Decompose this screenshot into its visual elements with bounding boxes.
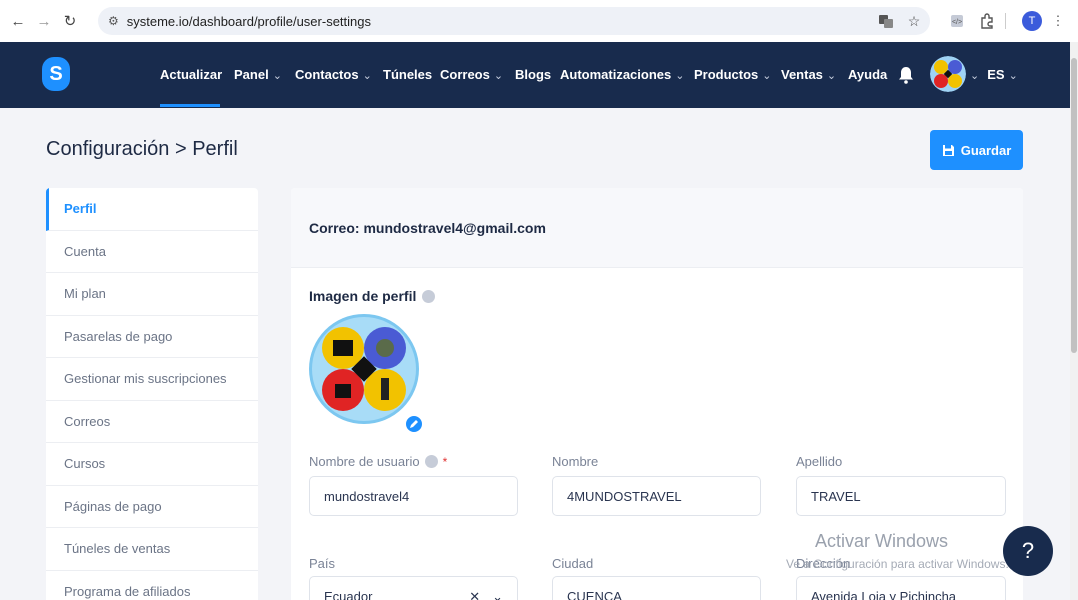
- sidebar-item-afiliados[interactable]: Programa de afiliados: [46, 571, 258, 600]
- help-button[interactable]: ?: [1003, 526, 1053, 576]
- clear-icon[interactable]: ✕: [469, 589, 480, 600]
- nav-tuneles[interactable]: Túneles: [383, 67, 432, 82]
- chevron-down-icon: ⌄: [493, 70, 504, 82]
- username-label: Nombre de usuario *: [309, 454, 448, 469]
- floppy-disk-icon: [942, 144, 954, 156]
- city-label: Ciudad: [552, 556, 594, 571]
- profile-image-title: Imagen de perfil: [309, 288, 436, 304]
- chevron-down-icon: ⌄: [762, 70, 772, 82]
- translate-icon[interactable]: [874, 7, 898, 35]
- browser-menu-icon[interactable]: ⋮: [1046, 9, 1070, 33]
- sidebar-item-cuenta[interactable]: Cuenta: [46, 231, 258, 273]
- chevron-down-icon: ⌄: [675, 70, 685, 82]
- user-avatar[interactable]: [930, 56, 966, 92]
- active-nav-indicator: [160, 104, 220, 107]
- last-name-field[interactable]: TRAVEL: [796, 476, 1006, 516]
- bell-icon[interactable]: [898, 66, 914, 84]
- email-header: Correo: mundostravel4@gmail.com: [291, 188, 1023, 268]
- first-name-label: Nombre: [552, 454, 599, 469]
- first-name-field[interactable]: 4MUNDOSTRAVEL: [552, 476, 761, 516]
- last-name-label: Apellido: [796, 454, 843, 469]
- reload-icon[interactable]: ↻: [58, 9, 82, 33]
- sidebar-item-correos[interactable]: Correos: [46, 401, 258, 443]
- svg-text:</>: </>: [952, 19, 962, 26]
- windows-activation-text: Ve a Configuración para activar Windows.: [786, 557, 1009, 571]
- nav-panel[interactable]: Panel ⌄: [234, 67, 282, 82]
- chevron-down-icon[interactable]: ⌄: [492, 589, 503, 600]
- country-label: País: [309, 556, 336, 571]
- sidebar-item-pasarelas-de-pago[interactable]: Pasarelas de pago: [46, 316, 258, 358]
- sidebar-item-paginas-de-pago[interactable]: Páginas de pago: [46, 486, 258, 528]
- sidebar-item-perfil[interactable]: Perfil: [46, 188, 258, 231]
- extension-icon[interactable]: </>: [945, 9, 969, 33]
- pencil-icon: [410, 420, 418, 428]
- sidebar-item-cursos[interactable]: Cursos: [46, 443, 258, 486]
- sidebar-item-suscripciones[interactable]: Gestionar mis suscripciones: [46, 358, 258, 401]
- info-icon[interactable]: [422, 289, 436, 303]
- language-selector[interactable]: ⌄ ES ⌄: [970, 67, 1026, 82]
- nav-contactos[interactable]: Contactos ⌄: [295, 67, 372, 82]
- address-bar[interactable]: ⚙ systeme.io/dashboard/profile/user-sett…: [98, 7, 930, 35]
- country-select[interactable]: Ecuador ✕ ⌄: [309, 576, 518, 600]
- page-title: Configuración > Perfil: [46, 138, 238, 160]
- bookmark-star-icon[interactable]: ☆: [902, 7, 926, 35]
- chevron-down-icon: ⌄: [272, 70, 282, 82]
- url-text: systeme.io/dashboard/profile/user-settin…: [126, 13, 371, 29]
- edit-image-button[interactable]: [404, 414, 424, 434]
- settings-sidebar: Perfil Cuenta Mi plan Pasarelas de pago …: [46, 188, 258, 600]
- sidebar-item-mi-plan[interactable]: Mi plan: [46, 273, 258, 316]
- extensions-puzzle-icon[interactable]: [975, 9, 999, 33]
- browser-profile-avatar[interactable]: T: [1020, 9, 1044, 33]
- save-button[interactable]: Guardar: [930, 130, 1023, 170]
- back-arrow-icon[interactable]: ←: [6, 9, 30, 33]
- windows-activation-title: Activar Windows: [815, 531, 949, 551]
- page-scrollbar-thumb[interactable]: [1071, 58, 1077, 353]
- nav-blogs[interactable]: Blogs: [515, 67, 551, 82]
- profile-image[interactable]: [309, 314, 419, 424]
- username-field[interactable]: mundostravel4: [309, 476, 518, 516]
- account-email: Correo: mundostravel4@gmail.com: [309, 220, 546, 236]
- info-icon[interactable]: [424, 455, 438, 468]
- nav-actualizar[interactable]: Actualizar: [160, 67, 222, 82]
- nav-correos[interactable]: Correos ⌄: [440, 67, 503, 82]
- nav-productos[interactable]: Productos ⌄: [694, 67, 772, 82]
- site-info-icon[interactable]: ⚙: [108, 14, 119, 28]
- sidebar-item-tuneles-de-ventas[interactable]: Túneles de ventas: [46, 528, 258, 571]
- forward-arrow-icon[interactable]: →: [32, 9, 56, 33]
- address-field[interactable]: Avenida Loja y Pichincha: [796, 576, 1006, 600]
- toolbar-divider: [1005, 13, 1006, 29]
- systeme-logo[interactable]: S: [42, 57, 70, 91]
- nav-ayuda[interactable]: Ayuda: [848, 67, 887, 82]
- chevron-down-icon: ⌄: [1008, 70, 1018, 82]
- city-field[interactable]: CUENCA: [552, 576, 761, 600]
- chevron-down-icon: ⌄: [826, 70, 837, 82]
- browser-toolbar: ← → ↻ ⚙ systeme.io/dashboard/profile/use…: [0, 0, 1078, 42]
- chevron-down-icon: ⌄: [362, 70, 372, 82]
- nav-ventas[interactable]: Ventas ⌄: [781, 67, 836, 82]
- chevron-down-icon: ⌄: [970, 70, 980, 82]
- nav-automatizaciones[interactable]: Automatizaciones ⌄: [560, 67, 684, 82]
- app-navbar: S Actualizar Panel ⌄ Contactos ⌄ Túneles C…: [0, 42, 1070, 108]
